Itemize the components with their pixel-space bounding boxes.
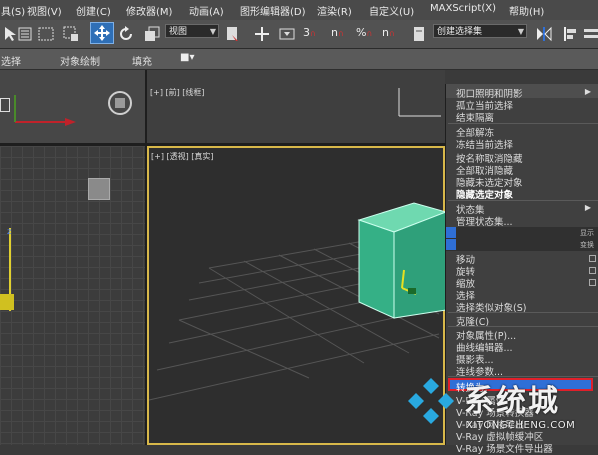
snaps-toggle-label: 3 <box>303 26 310 39</box>
viewport-top-left[interactable] <box>0 70 145 143</box>
spinner-snap-label: n <box>382 26 389 39</box>
menu-help[interactable]: 帮助(H) <box>509 3 544 18</box>
menu-tools[interactable]: 具(S) <box>1 3 25 18</box>
viewport-front-label[interactable]: [+] [前] [线框] <box>150 87 205 98</box>
select-and-manipulate-icon[interactable] <box>253 25 271 43</box>
chevron-down-icon: ▼ <box>517 27 524 36</box>
reference-coordinate-dropdown[interactable]: 视图 ▼ <box>165 24 219 38</box>
left-axis-gizmo-icon: z <box>0 227 14 311</box>
viewcube-icon[interactable] <box>107 90 133 116</box>
move-tool-button[interactable] <box>90 22 114 44</box>
quad-divider <box>446 227 598 251</box>
snaps-toggle[interactable]: 3∩ <box>303 26 316 39</box>
keyboard-shortcut-override-icon[interactable] <box>278 25 296 43</box>
viewport-left[interactable]: z <box>0 146 145 445</box>
pivot-center-icon[interactable] <box>224 25 242 43</box>
rotate-icon[interactable] <box>117 25 135 43</box>
ribbon-tab-object-paint[interactable]: 对象绘制 <box>60 53 100 68</box>
menu-item-hide-selection[interactable]: 隐藏选定对象 <box>456 187 513 201</box>
mirror-icon[interactable] <box>535 25 553 43</box>
percent-snap-label: % <box>356 26 367 39</box>
quad-transform-marker <box>446 239 456 250</box>
watermark: 系统城 XITONGCHENG.COM <box>402 372 598 445</box>
edit-named-selection-icon[interactable] <box>411 25 429 43</box>
angle-snap-label: n <box>331 26 338 39</box>
watermark-title: 系统城 <box>464 384 560 419</box>
layer-icon[interactable] <box>582 25 598 43</box>
ribbon-bar: 选择 对象绘制 填充 ■▾ <box>0 49 598 70</box>
ribbon-tab-populate[interactable]: 填充 <box>132 53 152 68</box>
window-crossing-icon[interactable] <box>62 25 80 43</box>
axis-tripod-icon <box>14 95 76 126</box>
spinner-magnet-icon: ∩ <box>388 29 395 38</box>
settings-box-icon[interactable] <box>589 279 596 286</box>
menu-separator <box>448 326 598 327</box>
menu-modifiers[interactable]: 修改器(M) <box>126 3 172 18</box>
menu-item-freeze-selection[interactable]: 冻结当前选择 <box>456 137 513 151</box>
green-box-object[interactable] <box>354 200 446 320</box>
angle-snap-toggle[interactable]: n∩ <box>331 26 344 39</box>
quad-label-transform: 变换 <box>580 241 594 249</box>
percent-magnet-icon: ∩ <box>366 29 373 38</box>
menu-maxscript[interactable]: MAXScript(X) <box>430 3 496 14</box>
quad-label-display: 显示 <box>580 229 594 237</box>
menu-separator <box>448 312 598 313</box>
percent-snap-toggle[interactable]: %∩ <box>356 26 372 39</box>
viewport-front[interactable]: [+] [前] [线框] <box>147 70 445 143</box>
scale-icon[interactable] <box>143 25 161 43</box>
light-object-icon <box>88 178 110 200</box>
submenu-arrow-icon: ▶ <box>584 203 591 212</box>
angle-magnet-icon: ∩ <box>337 29 344 38</box>
watermark-url: XITONGCHENG.COM <box>466 420 576 431</box>
rect-selection-region-icon[interactable] <box>37 25 55 43</box>
reference-coordinate-value: 视图 <box>169 27 188 37</box>
menu-item-end-isolate[interactable]: 结束隔离 <box>456 110 494 124</box>
svg-text:z: z <box>7 227 11 236</box>
named-selection-set-value: 创建选择集 <box>437 27 483 37</box>
menu-animation[interactable]: 动画(A) <box>189 3 224 18</box>
menu-customize[interactable]: 自定义(U) <box>369 3 414 18</box>
move-icon <box>94 25 110 41</box>
submenu-arrow-icon: ▶ <box>584 87 591 96</box>
menu-item-manage-state-sets[interactable]: 管理状态集... <box>456 214 513 228</box>
menu-graph-editors[interactable]: 图形编辑器(D) <box>240 3 306 18</box>
ribbon-options-icon[interactable]: ■▾ <box>180 52 194 63</box>
named-selection-set-dropdown[interactable]: 创建选择集 ▼ <box>433 24 527 38</box>
main-toolbar: 视图 ▼ 3∩ n∩ %∩ n∩ 创建选择集 ▼ <box>0 20 598 49</box>
spinner-snap-toggle[interactable]: n∩ <box>382 26 395 39</box>
menu-create[interactable]: 创建(C) <box>76 3 111 18</box>
chevron-down-icon: ▼ <box>209 27 216 36</box>
front-axis-icon <box>398 88 441 117</box>
settings-box-icon[interactable] <box>589 255 596 262</box>
settings-box-icon[interactable] <box>589 267 596 274</box>
menu-separator <box>448 200 598 201</box>
menu-separator <box>448 123 598 124</box>
align-icon[interactable] <box>562 25 580 43</box>
menu-rendering[interactable]: 渲染(R) <box>317 3 352 18</box>
menu-view[interactable]: 视图(V) <box>27 3 62 18</box>
ribbon-tab-selection[interactable]: 选择 <box>1 53 21 68</box>
menu-bar: 具(S) 视图(V) 创建(C) 修改器(M) 动画(A) 图形编辑器(D) 渲… <box>0 0 598 21</box>
magnet-icon: ∩ <box>310 29 316 38</box>
selected-object-outline <box>0 98 10 112</box>
watermark-logo-icon <box>408 378 454 424</box>
select-by-name-icon[interactable] <box>17 25 35 43</box>
quad-display-marker <box>446 227 456 238</box>
viewport-perspective[interactable]: [+] [透视] [真实] <box>147 146 446 445</box>
